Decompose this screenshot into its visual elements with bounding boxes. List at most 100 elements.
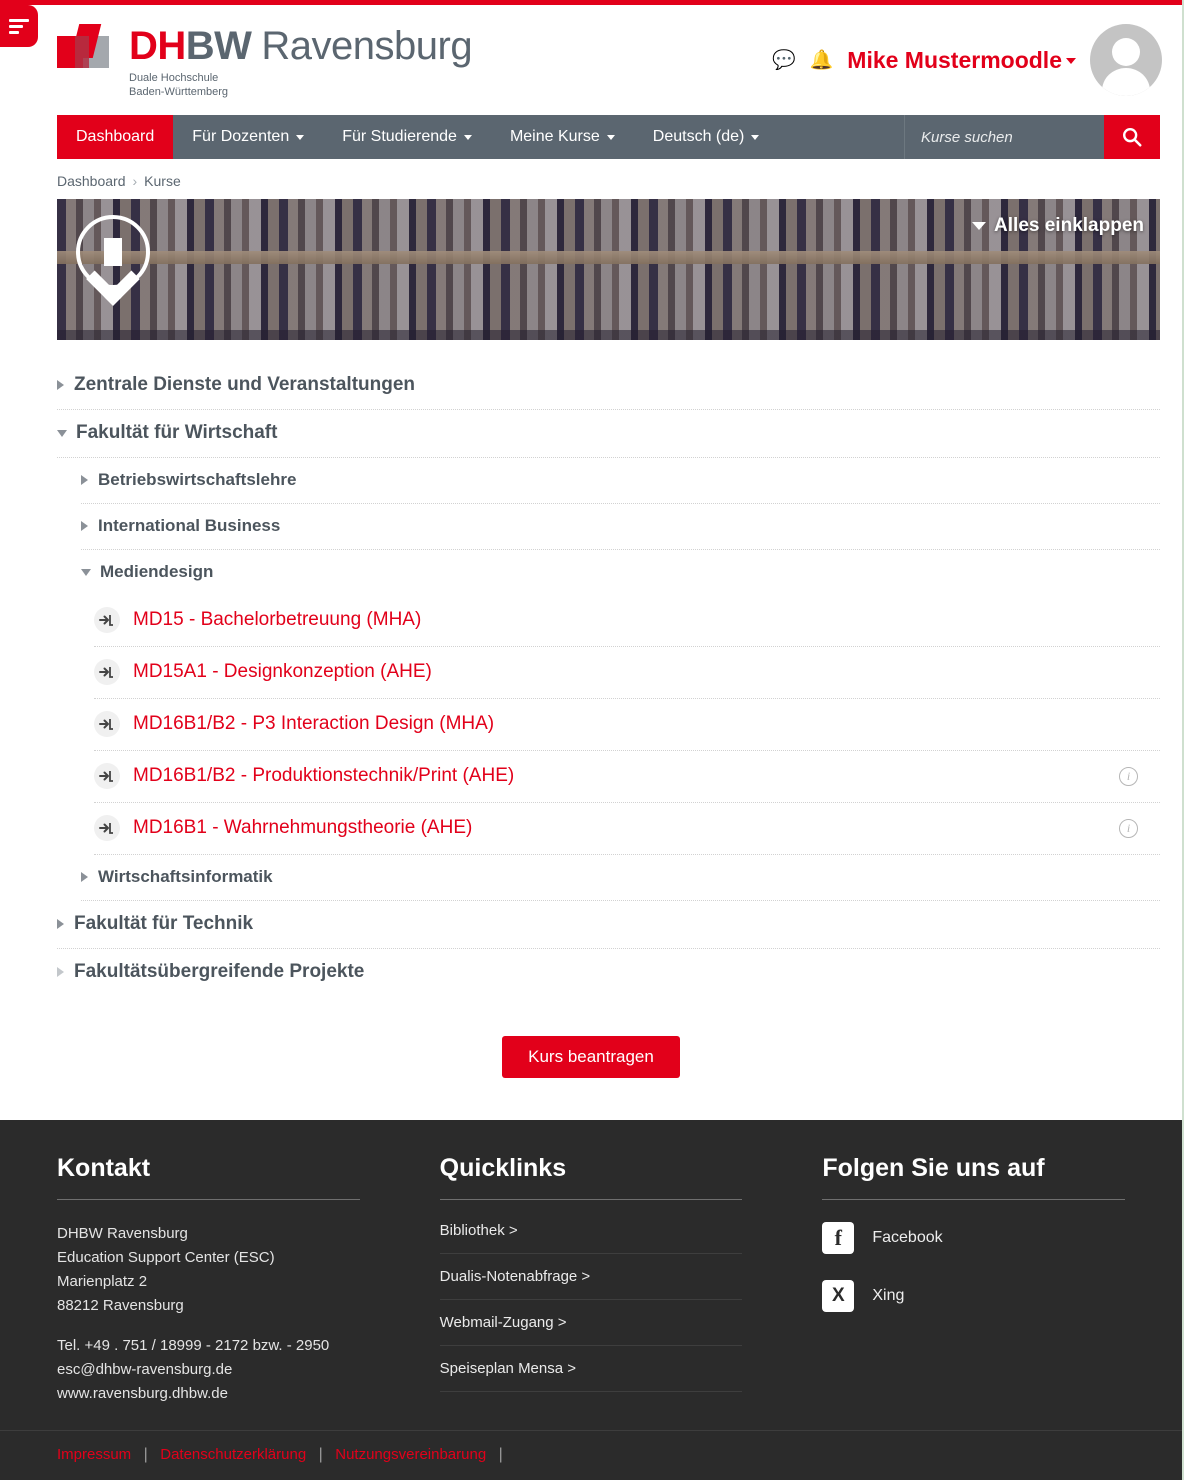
nav-label-fuer-studierende: Für Studierende [342,128,457,145]
bell-icon[interactable]: 🔔 [810,51,834,70]
brand-subtitle-line2: Baden-Württemberg [129,86,229,98]
category-mediendesign[interactable]: Mediendesign [81,550,1160,595]
nav-label-dashboard: Dashboard [76,128,155,145]
search-button[interactable] [1104,115,1160,159]
chevron-right-icon [81,521,88,531]
course-row[interactable]: MD16B1 - Wahrnehmungstheorie (AHE) i [94,803,1160,855]
legal-separator: | [498,1446,503,1463]
chevron-down-icon [463,134,472,140]
quicklink-dualis-notenabfrage[interactable]: Dualis-Notenabfrage > [439,1254,743,1300]
category-betriebswirtschaftslehre[interactable]: Betriebswirtschaftslehre [81,458,1160,504]
search-input[interactable] [919,127,1090,147]
chevron-right-icon [57,967,64,977]
contact-phone: Tel. +49 . 751 / 18999 - 2172 bzw. - 295… [57,1337,330,1354]
address-line: 88212 Ravensburg [57,1297,184,1314]
category-label: Fakultät für Wirtschaft [76,422,278,443]
category-fakultaet-wirtschaft[interactable]: Fakultät für Wirtschaft [57,410,1160,458]
footer-social-column: Folgen Sie uns auf f Facebook X Xing [822,1154,1126,1406]
nav-item-fuer-dozenten[interactable]: Für Dozenten [173,115,323,159]
chevron-down-icon [1066,58,1076,65]
nav-label-fuer-dozenten: Für Dozenten [192,128,290,145]
chevron-right-icon [57,919,64,929]
course-row[interactable]: MD16B1/B2 - P3 Interaction Design (MHA) [94,699,1160,751]
footer-quicklinks-column: Quicklinks Bibliothek > Dualis-Notenabfr… [439,1154,743,1406]
course-link[interactable]: MD16B1 - Wahrnehmungstheorie (AHE) [133,817,472,839]
social-link-xing[interactable]: X Xing [822,1280,1125,1312]
nav-item-sprache[interactable]: Deutsch (de) [634,115,779,159]
main-nav-wrapper: Dashboard Für Dozenten Für Studierende M… [0,115,1182,159]
collapse-all-button[interactable]: Alles einklappen [972,215,1144,237]
brand-city: Ravensburg [261,24,473,69]
course-link[interactable]: MD15 - Bachelorbetreuung (MHA) [133,609,421,631]
course-list: MD15 - Bachelorbetreuung (MHA) MD15A1 - … [94,595,1160,855]
social-link-facebook[interactable]: f Facebook [822,1222,1125,1254]
chevron-down-icon [81,568,91,576]
category-label: Fakultätsübergreifende Projekte [74,961,365,982]
search-icon [1123,128,1142,147]
footer-legal-bar: Impressum | Datenschutzerklärung | Nutzu… [0,1430,1182,1480]
legal-link-nutzungsvereinbarung[interactable]: Nutzungsvereinbarung [335,1446,486,1463]
page-banner: Alles einklappen [57,199,1160,340]
social-label-facebook: Facebook [872,1229,943,1246]
category-international-business[interactable]: International Business [81,504,1160,550]
brand-text: DHBW Ravensburg Duale Hochschule Baden-Wü… [129,20,473,100]
facebook-icon: f [822,1222,855,1254]
course-row[interactable]: MD16B1/B2 - Produktionstechnik/Print (AH… [94,751,1160,803]
breadcrumb-item-dashboard[interactable]: Dashboard [57,173,126,189]
avatar[interactable] [1090,24,1162,96]
quicklink-speiseplan-mensa[interactable]: Speiseplan Mensa > [439,1346,743,1392]
category-label: Zentrale Dienste und Veranstaltungen [74,374,416,395]
nav-item-meine-kurse[interactable]: Meine Kurse [491,115,634,159]
brand-logo[interactable]: DHBW Ravensburg Duale Hochschule Baden-Wü… [57,20,473,100]
contact-email[interactable]: esc@dhbw-ravensburg.de [57,1358,360,1382]
nav-item-fuer-studierende[interactable]: Für Studierende [323,115,491,159]
category-zentrale-dienste[interactable]: Zentrale Dienste und Veranstaltungen [57,362,1160,410]
nav-label-meine-kurse: Meine Kurse [509,128,600,145]
category-fakultaet-technik[interactable]: Fakultät für Technik [57,901,1160,949]
chevron-down-icon [972,222,987,230]
info-icon[interactable]: i [1119,766,1138,786]
header-user-area: 💬 🔔 Mike Mustermoodle [772,24,1162,96]
brand-title: DHBW Ravensburg [129,24,473,69]
course-row[interactable]: MD15A1 - Designkonzeption (AHE) [94,647,1160,699]
request-course-button[interactable]: Kurs beantragen [502,1036,680,1078]
chevron-right-icon [57,380,64,390]
main-nav: Dashboard Für Dozenten Für Studierende M… [57,115,1160,159]
brand-abbr-red: DH [129,24,186,69]
legal-separator: | [318,1446,323,1463]
brand-abbr-grey: BW [185,24,252,69]
address-line: DHBW Ravensburg [57,1225,188,1242]
chevron-right-icon [81,475,88,485]
breadcrumb-separator-icon: › [132,173,138,189]
nav-label-sprache: Deutsch (de) [652,128,745,145]
category-wirtschaftsinformatik[interactable]: Wirtschaftsinformatik [81,855,1160,901]
info-icon[interactable]: i [1119,818,1138,838]
legal-link-datenschutz[interactable]: Datenschutzerklärung [160,1446,306,1463]
course-search-field[interactable] [904,115,1104,159]
quicklink-webmail-zugang[interactable]: Webmail-Zugang > [439,1300,743,1346]
course-row[interactable]: MD15 - Bachelorbetreuung (MHA) [94,595,1160,647]
course-link[interactable]: MD15A1 - Designkonzeption (AHE) [133,661,432,683]
address-gap [57,1318,360,1334]
collapse-all-label: Alles einklappen [994,215,1144,236]
social-label-xing: Xing [872,1287,905,1304]
course-link[interactable]: MD16B1/B2 - Produktionstechnik/Print (AH… [133,765,514,787]
legal-link-impressum[interactable]: Impressum [57,1446,131,1463]
site-footer: Kontakt DHBW Ravensburg Education Suppor… [0,1120,1182,1480]
enrol-arrow-icon [94,607,120,633]
arrow-down-circle-icon[interactable] [76,215,150,289]
footer-columns: Kontakt DHBW Ravensburg Education Suppor… [57,1154,1126,1406]
chevron-right-icon [81,872,88,882]
nav-item-dashboard[interactable]: Dashboard [57,115,174,159]
contact-website[interactable]: www.ravensburg.dhbw.de [57,1382,360,1406]
footer-divider [439,1199,743,1200]
category-fakultaetsuebergreifende-projekte[interactable]: Fakultätsübergreifende Projekte [57,949,1160,996]
message-bubble-icon[interactable]: 💬 [772,51,796,70]
quicklink-bibliothek[interactable]: Bibliothek > [439,1222,743,1254]
request-course-area: Kurs beantragen [0,996,1182,1120]
user-menu-button[interactable]: Mike Mustermoodle [847,47,1076,74]
address-line: Marienplatz 2 [57,1273,148,1290]
course-link[interactable]: MD16B1/B2 - P3 Interaction Design (MHA) [133,713,494,735]
breadcrumb-item-kurse[interactable]: Kurse [144,173,181,189]
